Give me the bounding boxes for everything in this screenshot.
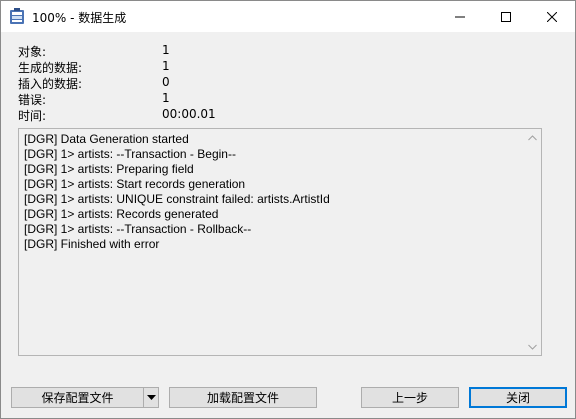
database-generator-icon <box>9 8 25 25</box>
load-config-button[interactable]: 加载配置文件 <box>169 387 317 408</box>
stat-label: 生成的数据: <box>18 61 83 75</box>
close-button[interactable]: 关闭 <box>469 387 567 408</box>
stat-value: 00:00.01 <box>162 107 216 121</box>
stat-label: 时间: <box>18 109 47 123</box>
log-line: [DGR] 1> artists: --Transaction - Begin-… <box>24 147 236 161</box>
log-line: [DGR] 1> artists: --Transaction - Rollba… <box>24 222 252 236</box>
stat-label: 错误: <box>18 93 47 107</box>
save-config-dropdown-button[interactable] <box>143 387 159 408</box>
close-icon <box>547 11 557 22</box>
log-line: [DGR] Data Generation started <box>24 132 189 146</box>
log-line: [DGR] 1> artists: Start records generati… <box>24 177 246 191</box>
close-window-button[interactable] <box>529 1 575 32</box>
chevron-down-icon <box>528 344 537 350</box>
log-line: [DGR] 1> artists: UNIQUE constraint fail… <box>24 192 330 206</box>
log-lines: [DGR] Data Generation started [DGR] 1> a… <box>24 132 330 252</box>
log-line: [DGR] 1> artists: Preparing field <box>24 162 194 176</box>
stat-label: 插入的数据: <box>18 77 83 91</box>
log-line: [DGR] 1> artists: Records generated <box>24 207 219 221</box>
scroll-up-button[interactable] <box>524 129 541 146</box>
previous-step-button[interactable]: 上一步 <box>361 387 459 408</box>
log-line: [DGR] Finished with error <box>24 237 160 251</box>
caret-down-icon <box>146 395 156 400</box>
scroll-down-button[interactable] <box>524 338 541 355</box>
save-config-button[interactable]: 保存配置文件 <box>11 387 144 408</box>
window-title: 100% - 数据生成 <box>32 11 127 25</box>
maximize-button[interactable] <box>483 1 529 32</box>
stat-value: 1 <box>162 59 170 73</box>
log-output[interactable]: [DGR] Data Generation started [DGR] 1> a… <box>18 128 542 356</box>
data-generation-dialog: 100% - 数据生成 对象: 1 生成的数据: 1 插入的数据: 0 错误: … <box>0 0 576 419</box>
maximize-icon <box>501 11 511 22</box>
stat-value: 0 <box>162 75 170 89</box>
stat-value: 1 <box>162 91 170 105</box>
minimize-button[interactable] <box>437 1 483 32</box>
title-bar[interactable]: 100% - 数据生成 <box>1 1 575 32</box>
minimize-icon <box>455 16 465 17</box>
chevron-up-icon <box>528 134 537 140</box>
log-scrollbar[interactable] <box>524 129 541 355</box>
stat-label: 对象: <box>18 45 47 59</box>
stat-value: 1 <box>162 43 170 57</box>
